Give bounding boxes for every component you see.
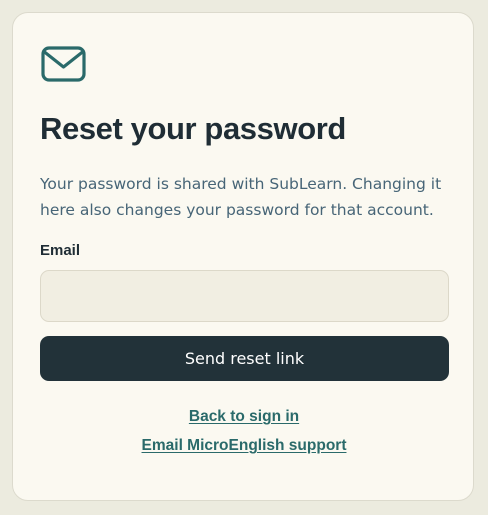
reset-password-card: Reset your password Your password is sha… xyxy=(12,12,474,501)
description-text: Your password is shared with SubLearn. C… xyxy=(40,171,455,223)
description-line-1: Your password is shared with SubLearn. C… xyxy=(40,175,442,193)
description-line-2: here also changes your password for that… xyxy=(40,201,434,219)
page-title: Reset your password xyxy=(40,111,346,146)
email-support-link[interactable]: Email MicroEnglish support xyxy=(13,437,475,455)
email-input[interactable] xyxy=(40,270,449,322)
send-reset-link-button[interactable]: Send reset link xyxy=(40,336,449,381)
back-to-sign-in-link[interactable]: Back to sign in xyxy=(13,408,475,426)
email-label: Email xyxy=(40,242,81,259)
mail-icon xyxy=(41,46,86,82)
